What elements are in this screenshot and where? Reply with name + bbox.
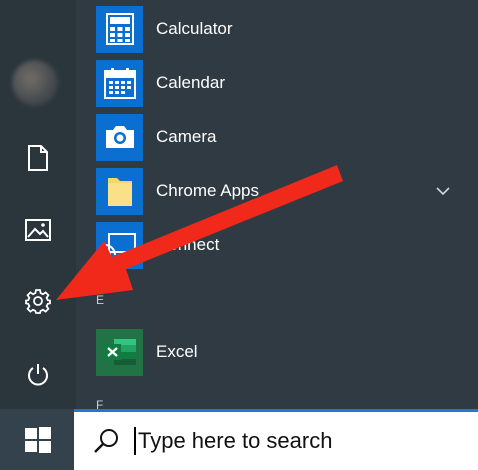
- settings-button[interactable]: [14, 279, 62, 323]
- app-list: Calculator Calendar Camera Chrome Apps C…: [76, 0, 478, 412]
- search-icon: [94, 429, 118, 453]
- excel-tile: [96, 328, 143, 376]
- documents-button[interactable]: [14, 136, 62, 180]
- power-button[interactable]: [14, 353, 62, 397]
- camera-icon: [105, 126, 134, 148]
- app-item-chrome-apps[interactable]: Chrome Apps: [96, 167, 466, 215]
- app-label: Calculator: [156, 19, 233, 38]
- camera-tile: [96, 113, 143, 161]
- app-label: Connect: [156, 235, 220, 254]
- document-icon: [28, 145, 48, 171]
- app-item-calculator[interactable]: Calculator: [96, 5, 466, 53]
- section-letter-e[interactable]: E: [96, 293, 104, 307]
- pictures-icon: [25, 219, 51, 241]
- app-item-connect[interactable]: Connect: [96, 221, 466, 269]
- calculator-tile: [96, 5, 143, 53]
- search-placeholder: Type here to search: [138, 428, 333, 453]
- connect-tile: [96, 221, 143, 269]
- start-menu-rail: [0, 0, 76, 409]
- app-item-excel[interactable]: Excel: [96, 328, 466, 376]
- folder-icon: [107, 178, 132, 206]
- power-icon: [28, 364, 48, 386]
- calculator-icon: [105, 13, 134, 45]
- taskbar-search-box[interactable]: Type here to search: [74, 409, 478, 470]
- pictures-button[interactable]: [14, 208, 62, 252]
- app-label: Chrome Apps: [156, 181, 259, 200]
- app-item-camera[interactable]: Camera: [96, 113, 466, 161]
- chrome-apps-tile: [96, 167, 143, 215]
- text-caret: [134, 427, 136, 455]
- app-label: Calendar: [156, 73, 225, 92]
- app-item-calendar[interactable]: Calendar: [96, 59, 466, 107]
- user-avatar[interactable]: [12, 60, 58, 106]
- chevron-down-icon[interactable]: [433, 181, 453, 201]
- calendar-icon: [103, 68, 136, 99]
- excel-icon: [103, 339, 136, 365]
- windows-logo-icon: [25, 426, 51, 453]
- app-label: Camera: [156, 127, 217, 146]
- start-button[interactable]: [0, 409, 76, 470]
- calendar-tile: [96, 59, 143, 107]
- settings-gear-icon: [25, 289, 51, 314]
- app-label: Excel: [156, 342, 198, 361]
- connect-icon: [103, 233, 136, 257]
